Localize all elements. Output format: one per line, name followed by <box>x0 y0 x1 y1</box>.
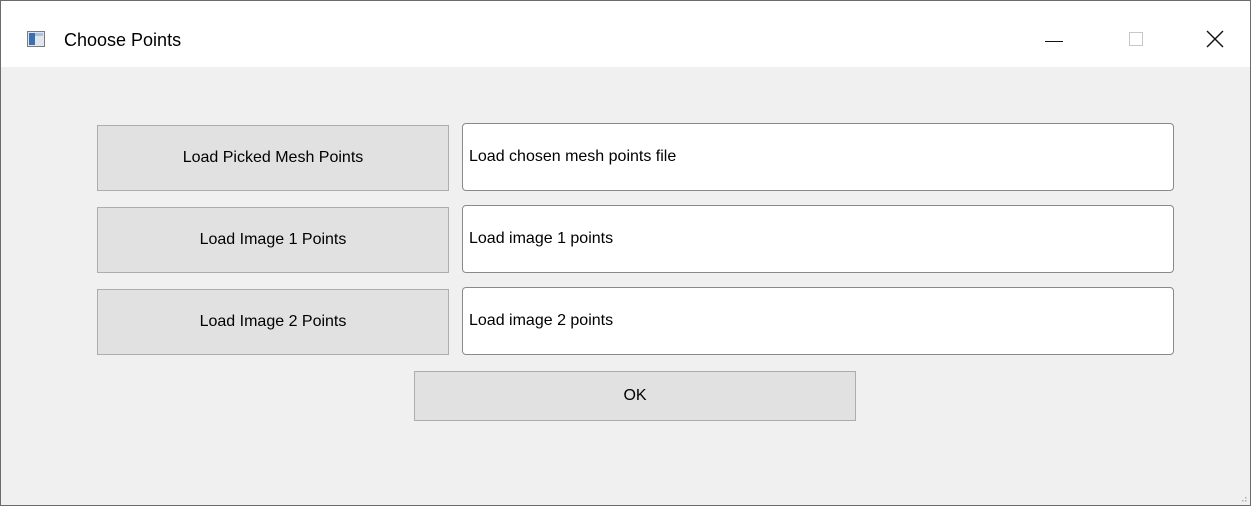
ok-button[interactable]: OK <box>414 371 856 421</box>
choose-points-dialog: Choose Points Load Picked Mesh Points Lo… <box>0 0 1251 506</box>
minimize-button[interactable] <box>1030 21 1076 61</box>
load-picked-mesh-points-button[interactable]: Load Picked Mesh Points <box>97 125 449 191</box>
maximize-button[interactable] <box>1117 21 1163 61</box>
app-window-icon <box>27 31 45 47</box>
load-image-2-points-button[interactable]: Load Image 2 Points <box>97 289 449 355</box>
title-bar[interactable]: Choose Points <box>1 1 1250 67</box>
resize-grip-icon[interactable] <box>1238 493 1248 503</box>
close-button[interactable] <box>1191 21 1237 61</box>
image-1-points-field[interactable] <box>462 205 1174 273</box>
load-image-1-points-button[interactable]: Load Image 1 Points <box>97 207 449 273</box>
window-title: Choose Points <box>64 30 182 50</box>
mesh-points-file-field[interactable] <box>462 123 1174 191</box>
minimize-icon <box>1045 41 1063 42</box>
image-2-points-field[interactable] <box>462 287 1174 355</box>
maximize-icon <box>1129 32 1143 46</box>
close-icon <box>1206 30 1224 48</box>
